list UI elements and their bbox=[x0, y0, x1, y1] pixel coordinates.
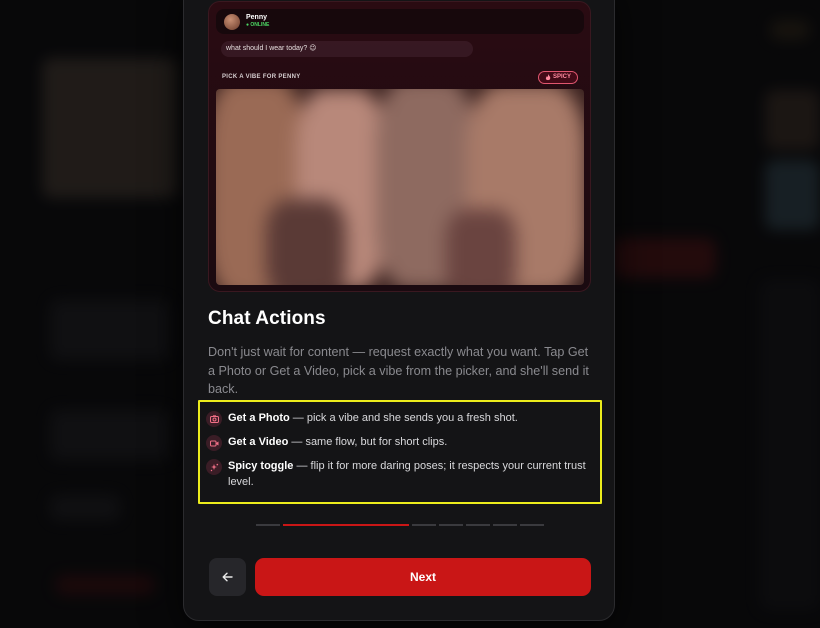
feature-description: — same flow, but for short clips. bbox=[288, 436, 448, 448]
video-icon bbox=[206, 435, 222, 451]
flame-icon bbox=[545, 73, 551, 80]
picker-title: PICK A VIBE FOR PENNY bbox=[222, 74, 301, 80]
chat-header-text: Penny ● ONLINE bbox=[246, 14, 269, 29]
modal-title: Chat Actions bbox=[208, 308, 326, 329]
feature-item-spicy-toggle: Spicy toggle — flip it for more daring p… bbox=[206, 458, 588, 490]
chat-name: Penny bbox=[246, 14, 268, 21]
chat-preview-image: Penny ● ONLINE what should I wear today?… bbox=[208, 1, 591, 292]
feature-text: Get a Video — same flow, but for short c… bbox=[228, 434, 588, 450]
feature-label: Get a Photo bbox=[228, 412, 290, 424]
back-button[interactable] bbox=[209, 558, 246, 596]
feature-label: Spicy toggle bbox=[228, 460, 294, 472]
feature-item-get-photo: Get a Photo — pick a vibe and she sends … bbox=[206, 410, 588, 427]
blurred-photo-grid bbox=[216, 89, 584, 285]
feature-label: Get a Video bbox=[228, 436, 289, 448]
online-status: ● ONLINE bbox=[246, 22, 270, 28]
pager-step[interactable] bbox=[439, 524, 463, 526]
onboarding-modal: Penny ● ONLINE what should I wear today?… bbox=[183, 0, 615, 621]
modal-description: Don't just wait for content — request ex… bbox=[208, 345, 589, 396]
pager-step[interactable] bbox=[493, 524, 517, 526]
chat-header: Penny ● ONLINE bbox=[216, 9, 584, 34]
spicy-chip: SPICY bbox=[537, 70, 578, 84]
next-button[interactable]: Next bbox=[255, 558, 591, 596]
feature-text: Spicy toggle — flip it for more daring p… bbox=[228, 458, 588, 490]
sparkles-icon bbox=[206, 459, 222, 475]
pager-step[interactable] bbox=[520, 524, 544, 526]
avatar bbox=[224, 13, 240, 30]
pager-step-active[interactable] bbox=[283, 524, 409, 526]
pager-step[interactable] bbox=[256, 524, 280, 526]
feature-text: Get a Photo — pick a vibe and she sends … bbox=[228, 410, 588, 426]
arrow-left-icon bbox=[222, 572, 233, 582]
pager-step[interactable] bbox=[466, 524, 490, 526]
spicy-chip-label: SPICY bbox=[552, 74, 571, 80]
feature-item-get-video: Get a Video — same flow, but for short c… bbox=[206, 434, 588, 451]
vibe-picker-header: PICK A VIBE FOR PENNY SPICY bbox=[216, 65, 584, 89]
pager-step[interactable] bbox=[412, 524, 436, 526]
camera-icon bbox=[206, 411, 222, 427]
chat-message: what should I wear today? 😉 bbox=[221, 41, 473, 57]
feature-description: — pick a vibe and she sends you a fresh … bbox=[289, 412, 518, 424]
